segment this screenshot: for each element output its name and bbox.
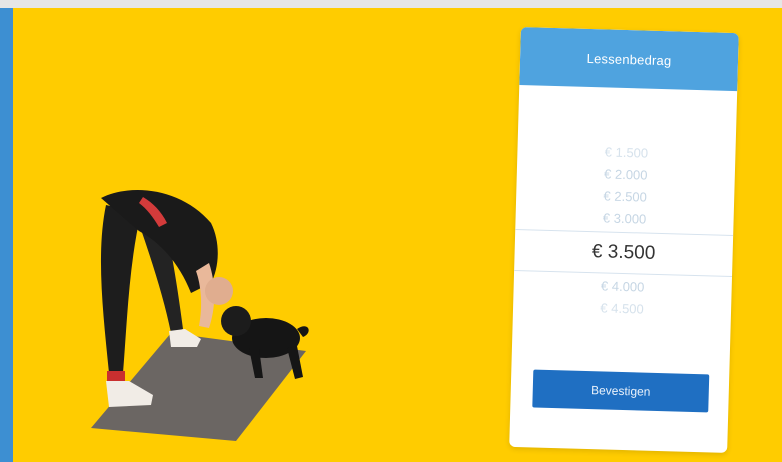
person-sock bbox=[107, 371, 125, 381]
pug-head bbox=[221, 306, 251, 336]
hero-stage: Lessenbedrag € 1.500 € 2.000 € 2.500 € 3… bbox=[13, 8, 782, 462]
person-head bbox=[205, 277, 233, 305]
amount-picker-wheel[interactable]: € 1.500 € 2.000 € 2.500 € 3.000 € 3.500 … bbox=[513, 139, 736, 323]
card-title: Lessenbedrag bbox=[519, 27, 739, 92]
person-shoe bbox=[169, 329, 201, 347]
left-accent-bar bbox=[0, 8, 13, 462]
person-leg bbox=[100, 205, 141, 373]
amount-picker-card: Lessenbedrag € 1.500 € 2.000 € 2.500 € 3… bbox=[509, 27, 739, 453]
yoga-dog-illustration bbox=[91, 190, 309, 441]
amount-option[interactable]: € 4.500 bbox=[513, 295, 732, 323]
selected-amount[interactable]: € 3.500 bbox=[514, 228, 734, 278]
amount-option[interactable]: € 3.000 bbox=[515, 205, 734, 233]
confirm-button[interactable]: Bevestigen bbox=[532, 369, 710, 413]
top-bar bbox=[0, 0, 782, 8]
